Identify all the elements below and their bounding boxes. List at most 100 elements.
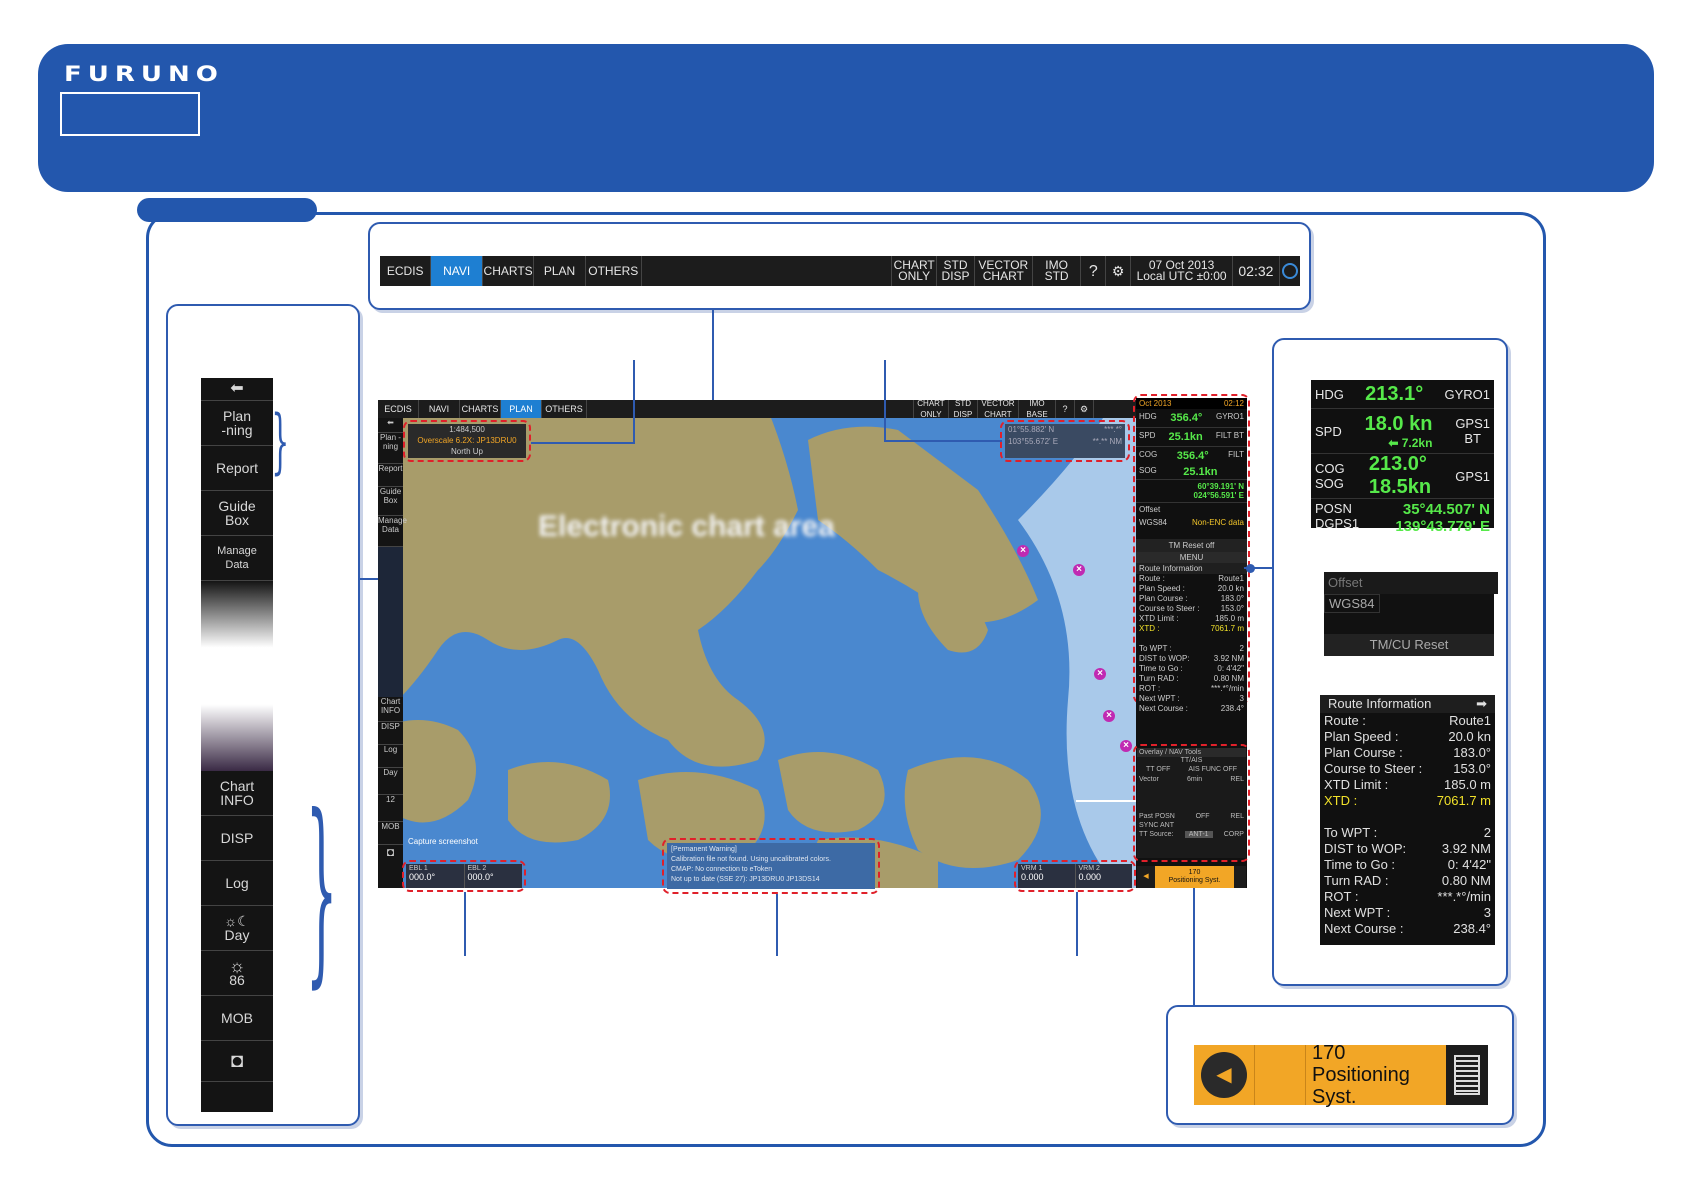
ebl-box[interactable]: EBL 1 000.0° EBL 2 000.0° (406, 864, 522, 888)
vrm-box[interactable]: VRM 1 0.000 VRM 2 0.000 (1018, 864, 1132, 888)
log-button[interactable]: Log (201, 861, 273, 906)
ais-target-icon[interactable]: × (1073, 564, 1085, 576)
route-info-label: Next WPT : (1324, 905, 1391, 920)
screen-chart-info[interactable]: Chart INFO (378, 697, 403, 722)
sensor-offset: Offset (1139, 505, 1161, 514)
chart-only-button[interactable]: CHART ONLY (892, 256, 938, 286)
mob-l1: MOB (221, 1010, 253, 1026)
tt-toggle[interactable]: TT OFF (1146, 766, 1170, 773)
vector-mode[interactable]: REL (1230, 776, 1244, 783)
cursor-connector-v (884, 360, 886, 442)
screen-manage[interactable]: Manage Data (378, 516, 407, 547)
route-info-label: Next WPT : (1139, 694, 1180, 703)
chart-info-button[interactable]: Chart INFO (201, 771, 273, 816)
screen-tab-ecdis[interactable]: ECDIS (378, 400, 419, 418)
cursor-lat: 01°55.882' N (1008, 425, 1055, 434)
screen-vector-chart[interactable]: VECTOR CHART (978, 399, 1019, 419)
warning-l2: Calibration file not found. Using uncali… (671, 856, 831, 863)
tab-charts[interactable]: CHARTS (483, 256, 535, 286)
sync-ant-checkbox[interactable]: SYNC ANT (1137, 821, 1246, 830)
tab-ecdis[interactable]: ECDIS (380, 256, 432, 286)
ais-target-icon[interactable]: × (1120, 740, 1132, 752)
vector-chart-button[interactable]: VECTOR CHART (975, 256, 1033, 286)
vector-chart-l2: CHART (982, 269, 1024, 283)
back-arrow-icon[interactable]: ⬅ (201, 378, 273, 401)
chart-map[interactable] (378, 400, 1244, 888)
manage-data-button[interactable]: Manage Data (201, 536, 273, 581)
tm-cu-reset-button[interactable]: TM/CU Reset (1324, 634, 1494, 656)
ais-target-icon[interactable]: × (1017, 545, 1029, 557)
screen-guide[interactable]: Guide Box (378, 487, 403, 516)
screen-tab-others[interactable]: OTHERS (542, 400, 587, 418)
route-info-row: Next WPT : 3 (1139, 694, 1244, 704)
camera-icon[interactable]: ◘ (201, 1041, 273, 1082)
disp-button[interactable]: DISP (201, 816, 273, 861)
screen-list-icon[interactable] (1234, 866, 1246, 888)
tm-reset-button[interactable]: TM Reset off (1136, 539, 1247, 552)
speaker-icon[interactable]: ◀ (1194, 1045, 1254, 1105)
sensor-sog: 25.1kn (1183, 466, 1218, 478)
day-night-button[interactable]: ☼☾ Day (201, 906, 273, 951)
route-info-value: 2 (1483, 825, 1491, 840)
brightness-l1: 86 (229, 972, 245, 988)
ais-target-icon[interactable]: × (1103, 710, 1115, 722)
imo-std-button[interactable]: IMO STD (1033, 256, 1082, 286)
screen-toolbar-spacer (587, 400, 914, 418)
zoom-spd-src2: BT (1464, 431, 1481, 446)
past-mode[interactable]: REL (1230, 813, 1244, 820)
list-icon[interactable] (1446, 1045, 1488, 1105)
screen-tab-plan[interactable]: PLAN (501, 400, 542, 418)
route-info-value: 7061.7 m (1436, 793, 1491, 808)
alert-code: 170 (1312, 1042, 1346, 1064)
toolbar-spacer (642, 256, 893, 286)
sun-icon: ☼ (228, 956, 246, 976)
arrow-right-icon[interactable]: ➡ (1476, 696, 1487, 712)
tab-others[interactable]: OTHERS (586, 256, 642, 286)
screen-chart-only[interactable]: CHART ONLY (914, 399, 949, 419)
vector-value[interactable]: 6min (1187, 776, 1202, 783)
screen-std-disp[interactable]: STD DISP (949, 399, 978, 419)
route-info-value: 153.0° (1453, 761, 1491, 776)
alert-text: Positioning Syst. (1312, 1064, 1410, 1108)
brightness-button[interactable]: ☼ 86 (201, 951, 273, 996)
alert-zoom[interactable]: ◀ 170 Positioning Syst. (1194, 1042, 1488, 1108)
route-info-label: DIST to WOP: (1139, 654, 1190, 663)
screen-gear-icon[interactable]: ⚙ (1075, 400, 1094, 418)
past-value[interactable]: OFF (1196, 813, 1210, 820)
zoom-spd-label: SPD (1315, 423, 1342, 439)
planning-button[interactable]: Plan -ning (201, 401, 273, 446)
vrm2-value: 0.000 (1078, 872, 1102, 882)
screen-back-icon[interactable]: ⬅ (378, 418, 403, 433)
ais-toggle[interactable]: AIS FUNC OFF (1188, 766, 1237, 773)
screen-tab-charts[interactable]: CHARTS (460, 400, 501, 418)
screen-log[interactable]: Log (378, 745, 403, 768)
tt-source-select[interactable]: ANT-1 (1184, 831, 1213, 838)
scale-box[interactable]: 1:484,500 Overscale 6.2X: JP13DRU0 North… (408, 424, 526, 458)
tab-navi[interactable]: NAVI (431, 256, 483, 286)
tab-plan[interactable]: PLAN (534, 256, 586, 286)
report-button[interactable]: Report (201, 446, 273, 491)
screen-tab-navi[interactable]: NAVI (419, 400, 460, 418)
menu-button[interactable]: MENU (1136, 552, 1247, 563)
screen-speaker-icon[interactable]: ◀ (1137, 866, 1155, 888)
screen-day[interactable]: Day (378, 768, 403, 795)
zoom-sog-value: 18.5kn (1368, 476, 1432, 498)
ais-target-icon[interactable]: × (1094, 668, 1106, 680)
screen-alert-bar[interactable]: ◀ 170 Positioning Syst. (1137, 866, 1246, 888)
std-disp-button[interactable]: STD DISP (937, 256, 975, 286)
zoom-datum: WGS84 (1324, 594, 1380, 613)
gear-icon[interactable]: ⚙ (1106, 256, 1132, 286)
screen-disp[interactable]: DISP (378, 722, 403, 745)
guide-box-button[interactable]: Guide Box (201, 491, 273, 536)
screen-help-icon[interactable]: ? (1056, 400, 1075, 418)
screen-camera-icon[interactable]: ◘ (378, 845, 403, 869)
screen-bright[interactable]: 12 (378, 795, 403, 822)
mob-button[interactable]: MOB (201, 996, 273, 1041)
screen-report[interactable]: Report (378, 464, 403, 487)
route-info-row: Next WPT : 3 (1324, 905, 1491, 921)
help-icon[interactable]: ? (1081, 256, 1107, 286)
screen-mob[interactable]: MOB (378, 822, 403, 845)
screen-planning[interactable]: Plan -ning (378, 433, 403, 464)
corp-button[interactable]: CORP (1224, 831, 1244, 838)
screen-imo-base[interactable]: IMO BASE (1019, 399, 1056, 419)
